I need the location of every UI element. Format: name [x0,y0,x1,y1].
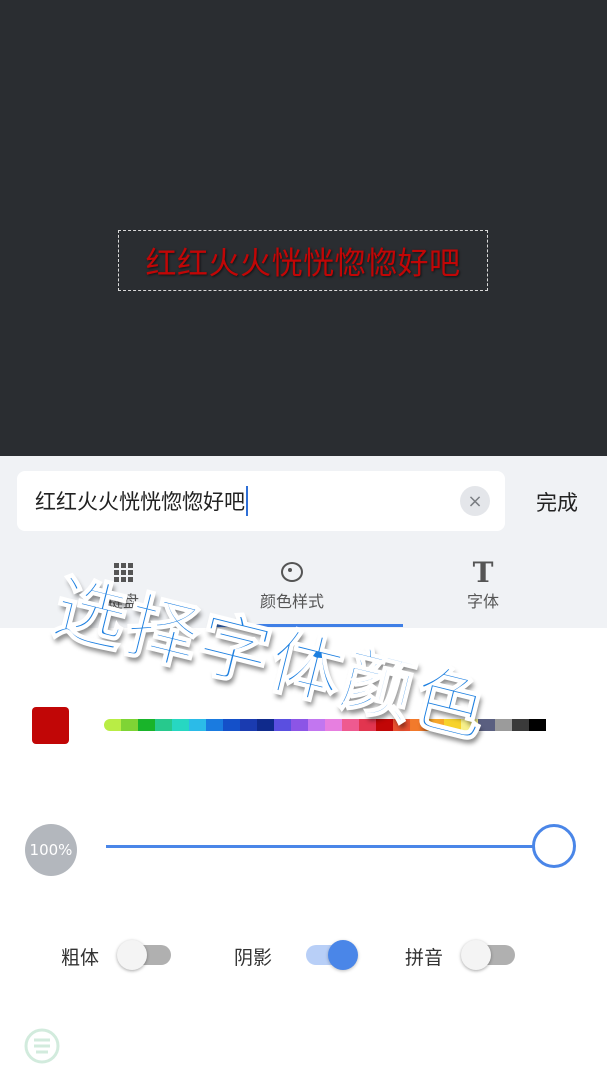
preview-text: 红红火火恍恍惚惚好吧 [145,246,461,282]
shadow-label: 阴影 [234,947,273,969]
color-swatch[interactable] [257,719,274,731]
color-swatch[interactable] [495,719,512,731]
color-swatch[interactable] [121,719,138,731]
palette-icon [281,556,303,588]
selected-color-swatch [32,707,69,744]
color-swatch[interactable] [155,719,172,731]
color-swatch[interactable] [206,719,223,731]
bold-label: 粗体 [61,947,100,969]
color-swatch[interactable] [104,719,121,731]
pinyin-label: 拼音 [405,947,444,969]
color-swatch[interactable] [172,719,189,731]
tab-label: 字体 [466,592,499,611]
color-swatch[interactable] [274,719,291,731]
opacity-slider-thumb[interactable] [532,824,576,868]
tab-font[interactable]: T 字体 [423,556,543,616]
watermark-logo-icon [24,1028,60,1064]
color-swatch[interactable] [291,719,308,731]
color-swatch[interactable] [308,719,325,731]
bold-toggle[interactable] [117,940,173,970]
opacity-value: 100% [25,824,77,876]
color-swatch[interactable] [138,719,155,731]
color-swatch[interactable] [189,719,206,731]
text-caret [246,486,248,516]
clear-icon[interactable]: × [460,486,490,516]
shadow-toggle[interactable] [302,940,358,970]
done-button[interactable]: 完成 [522,485,592,519]
color-swatch[interactable] [529,719,546,731]
color-swatch[interactable] [240,719,257,731]
preview-canvas: 红红火火恍恍惚惚好吧 [0,0,607,456]
color-swatch[interactable] [223,719,240,731]
text-input-value: 红红火火恍恍惚惚好吧 [35,490,245,514]
color-swatch[interactable] [512,719,529,731]
font-icon: T [472,555,494,589]
text-input[interactable]: 红红火火恍恍惚惚好吧 [17,471,505,531]
opacity-slider-track[interactable] [106,845,556,848]
preview-text-box[interactable]: 红红火火恍恍惚惚好吧 [118,230,488,291]
pinyin-toggle[interactable] [461,940,517,970]
